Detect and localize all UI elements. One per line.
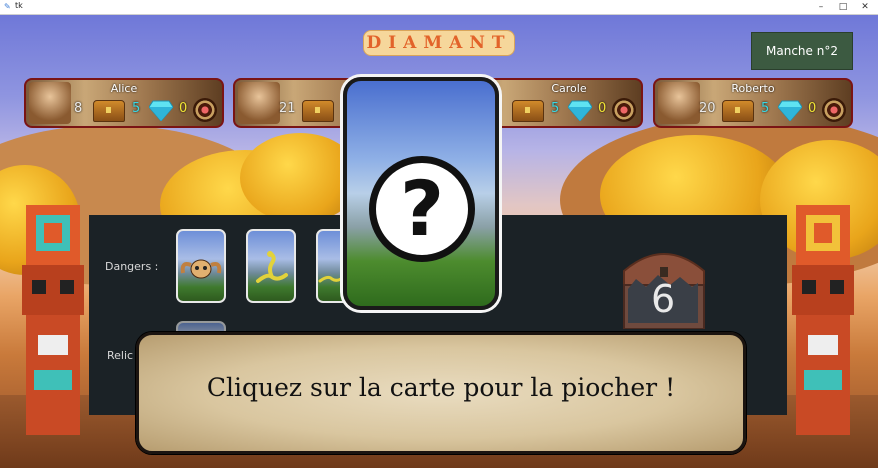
yellow-bush	[240, 133, 360, 223]
player-name: Alice	[110, 82, 138, 95]
left-totem-icon	[22, 205, 84, 435]
chest-count: 21	[279, 101, 296, 116]
diamond-icon	[568, 100, 592, 121]
app-window: ✎ tk – □ ✕ DIAMANT Manche n°2 Alice 8 5 …	[0, 0, 878, 468]
relic-count: 0	[598, 101, 607, 116]
chest-count-large: 6	[651, 277, 676, 321]
relic-icon	[612, 98, 636, 122]
chest-count: 8	[74, 101, 83, 116]
tk-feather-icon: ✎	[4, 2, 11, 11]
player-panel-alice: Alice 8 5 0	[24, 78, 224, 128]
chest-icon	[93, 100, 125, 122]
relics-label: Relic	[107, 349, 134, 362]
dangers-label: Dangers :	[105, 260, 159, 273]
player-panel-roberto: Roberto 20 5 0	[653, 78, 853, 128]
player-name: Roberto	[731, 82, 775, 95]
draw-card[interactable]: ?	[343, 77, 499, 310]
relic-count: 0	[179, 101, 188, 116]
instruction-scroll: Cliquez sur la carte pour la piocher !	[136, 332, 746, 454]
danger-card-snake	[246, 229, 296, 303]
chest-count: 20	[699, 101, 716, 116]
question-mark-icon: ?	[369, 156, 475, 262]
right-totem-icon	[792, 205, 854, 435]
ram-skull-icon	[180, 259, 222, 279]
gem-count: 5	[761, 101, 770, 116]
relic-icon	[822, 98, 846, 122]
round-indicator: Manche n°2	[751, 32, 853, 70]
chest-icon	[512, 100, 544, 122]
minimize-button[interactable]: –	[810, 0, 832, 14]
relic-icon	[193, 98, 217, 122]
diamond-icon	[778, 100, 802, 121]
game-title: DIAMANT	[366, 33, 512, 53]
game-scene: DIAMANT Manche n°2 Alice 8 5 0 B 21 Caro…	[0, 15, 878, 468]
avatar	[238, 82, 280, 124]
gem-count: 5	[551, 101, 560, 116]
snake-icon	[256, 251, 288, 283]
relic-count: 0	[808, 101, 817, 116]
instruction-message: Cliquez sur la carte pour la piocher !	[206, 373, 676, 402]
window-title: tk	[15, 1, 23, 10]
title-bar: ✎ tk – □ ✕	[0, 0, 878, 15]
game-title-banner: DIAMANT	[363, 30, 515, 56]
diamond-icon	[149, 100, 173, 121]
chest-icon	[302, 100, 334, 122]
close-button[interactable]: ✕	[854, 0, 876, 14]
danger-card-ram-skull	[176, 229, 226, 303]
gem-count: 5	[132, 101, 141, 116]
chest-icon	[722, 100, 754, 122]
maximize-button[interactable]: □	[832, 0, 854, 14]
